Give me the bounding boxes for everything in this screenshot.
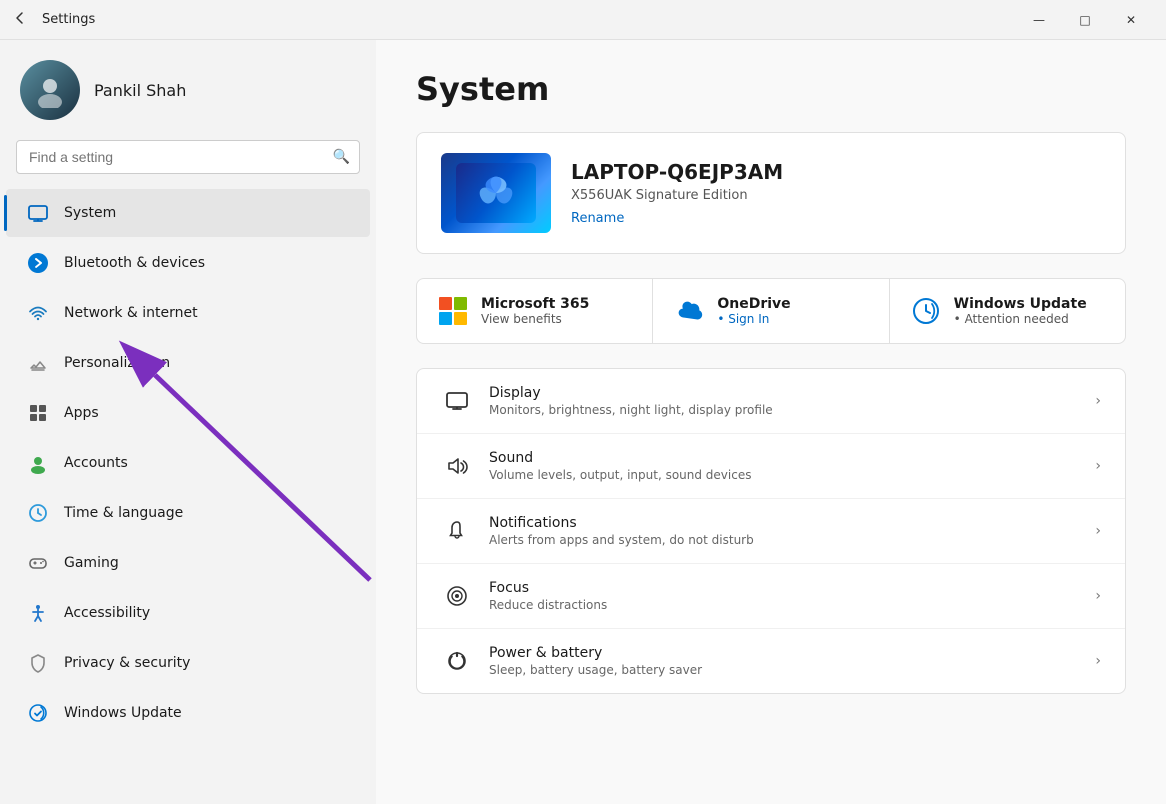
sidebar-item-time[interactable]: Time & language — [6, 489, 370, 537]
notifications-sub: Alerts from apps and system, do not dist… — [489, 533, 1079, 547]
sidebar-item-privacy[interactable]: Privacy & security — [6, 639, 370, 687]
sidebar-item-gaming[interactable]: Gaming — [6, 539, 370, 587]
notifications-icon — [441, 515, 473, 547]
power-icon — [441, 645, 473, 677]
onedrive-name: OneDrive — [717, 296, 790, 312]
search-icon: 🔍 — [333, 149, 350, 165]
notifications-title: Notifications — [489, 515, 1079, 531]
ms365-name: Microsoft 365 — [481, 296, 589, 312]
settings-item-sound[interactable]: Sound Volume levels, output, input, soun… — [417, 434, 1125, 499]
sidebar-item-personalization[interactable]: Personalization — [6, 339, 370, 387]
sidebar-item-label-personalization: Personalization — [64, 355, 170, 371]
sidebar-item-system[interactable]: System — [6, 189, 370, 237]
sound-title: Sound — [489, 450, 1079, 466]
sidebar-item-winupdate[interactable]: Windows Update — [6, 689, 370, 737]
page-title: System — [416, 70, 1126, 108]
window-controls: — □ ✕ — [1016, 0, 1154, 40]
sidebar-item-bluetooth[interactable]: Bluetooth & devices — [6, 239, 370, 287]
sound-sub: Volume levels, output, input, sound devi… — [489, 468, 1079, 482]
service-onedrive[interactable]: OneDrive • Sign In — [652, 279, 888, 343]
settings-item-display[interactable]: Display Monitors, brightness, night ligh… — [417, 369, 1125, 434]
power-title: Power & battery — [489, 645, 1079, 661]
focus-icon — [441, 580, 473, 612]
service-winupdate[interactable]: Windows Update Attention needed — [889, 279, 1125, 343]
titlebar: Settings — □ ✕ — [0, 0, 1166, 40]
sidebar-item-apps[interactable]: Apps — [6, 389, 370, 437]
focus-chevron: › — [1095, 588, 1101, 604]
sound-chevron: › — [1095, 458, 1101, 474]
settings-item-focus[interactable]: Focus Reduce distractions › — [417, 564, 1125, 629]
device-image — [441, 153, 551, 233]
device-model: X556UAK Signature Edition — [571, 188, 1101, 203]
sidebar-item-label-privacy: Privacy & security — [64, 655, 190, 671]
settings-list: Display Monitors, brightness, night ligh… — [416, 368, 1126, 694]
settings-item-power[interactable]: Power & battery Sleep, battery usage, ba… — [417, 629, 1125, 693]
power-chevron: › — [1095, 653, 1101, 669]
focus-title: Focus — [489, 580, 1079, 596]
close-button[interactable]: ✕ — [1108, 0, 1154, 40]
winupdate-service-icon — [910, 295, 942, 327]
sidebar-item-label-system: System — [64, 205, 116, 221]
accounts-icon — [26, 451, 50, 475]
sidebar-item-label-network: Network & internet — [64, 305, 198, 321]
ms365-icon — [437, 295, 469, 327]
display-icon — [441, 385, 473, 417]
sidebar-item-label-accounts: Accounts — [64, 455, 128, 471]
minimize-button[interactable]: — — [1016, 0, 1062, 40]
bluetooth-icon — [26, 251, 50, 275]
system-icon — [26, 201, 50, 225]
power-sub: Sleep, battery usage, battery saver — [489, 663, 1079, 677]
sound-icon — [441, 450, 473, 482]
search-box: 🔍 — [16, 140, 360, 174]
nav-items: System Bluetooth & devices — [0, 188, 376, 738]
search-input[interactable] — [16, 140, 360, 174]
app-title: Settings — [42, 12, 95, 27]
personalization-icon — [26, 351, 50, 375]
user-section: Pankil Shah — [0, 40, 376, 140]
onedrive-sub: • Sign In — [717, 312, 790, 326]
sidebar-item-label-gaming: Gaming — [64, 555, 119, 571]
sidebar-item-label-time: Time & language — [64, 505, 183, 521]
winupdate-icon — [26, 701, 50, 725]
sidebar-item-label-accessibility: Accessibility — [64, 605, 150, 621]
rename-link[interactable]: Rename — [571, 211, 624, 226]
winupdate-service-sub: Attention needed — [954, 312, 1087, 326]
display-sub: Monitors, brightness, night light, displ… — [489, 403, 1079, 417]
device-card: LAPTOP-Q6EJP3AM X556UAK Signature Editio… — [416, 132, 1126, 254]
main-content: System — [376, 40, 1166, 804]
network-icon — [26, 301, 50, 325]
user-name: Pankil Shah — [94, 81, 186, 100]
services-row: Microsoft 365 View benefits OneDrive • S… — [416, 278, 1126, 344]
display-chevron: › — [1095, 393, 1101, 409]
time-icon — [26, 501, 50, 525]
device-name: LAPTOP-Q6EJP3AM — [571, 160, 1101, 184]
onedrive-icon — [673, 295, 705, 327]
sidebar-item-label-winupdate: Windows Update — [64, 705, 182, 721]
accessibility-icon — [26, 601, 50, 625]
display-title: Display — [489, 385, 1079, 401]
notifications-chevron: › — [1095, 523, 1101, 539]
settings-item-notifications[interactable]: Notifications Alerts from apps and syste… — [417, 499, 1125, 564]
focus-sub: Reduce distractions — [489, 598, 1079, 612]
sidebar-item-network[interactable]: Network & internet — [6, 289, 370, 337]
avatar — [20, 60, 80, 120]
sidebar-item-label-bluetooth: Bluetooth & devices — [64, 255, 205, 271]
back-button[interactable] — [12, 10, 32, 30]
sidebar-item-accessibility[interactable]: Accessibility — [6, 589, 370, 637]
maximize-button[interactable]: □ — [1062, 0, 1108, 40]
sidebar-item-label-apps: Apps — [64, 405, 99, 421]
ms365-sub: View benefits — [481, 312, 589, 326]
privacy-icon — [26, 651, 50, 675]
winupdate-service-name: Windows Update — [954, 296, 1087, 312]
sidebar: Pankil Shah 🔍 System — [0, 40, 376, 804]
sidebar-item-accounts[interactable]: Accounts — [6, 439, 370, 487]
service-ms365[interactable]: Microsoft 365 View benefits — [417, 279, 652, 343]
gaming-icon — [26, 551, 50, 575]
device-info: LAPTOP-Q6EJP3AM X556UAK Signature Editio… — [571, 160, 1101, 226]
apps-icon — [26, 401, 50, 425]
